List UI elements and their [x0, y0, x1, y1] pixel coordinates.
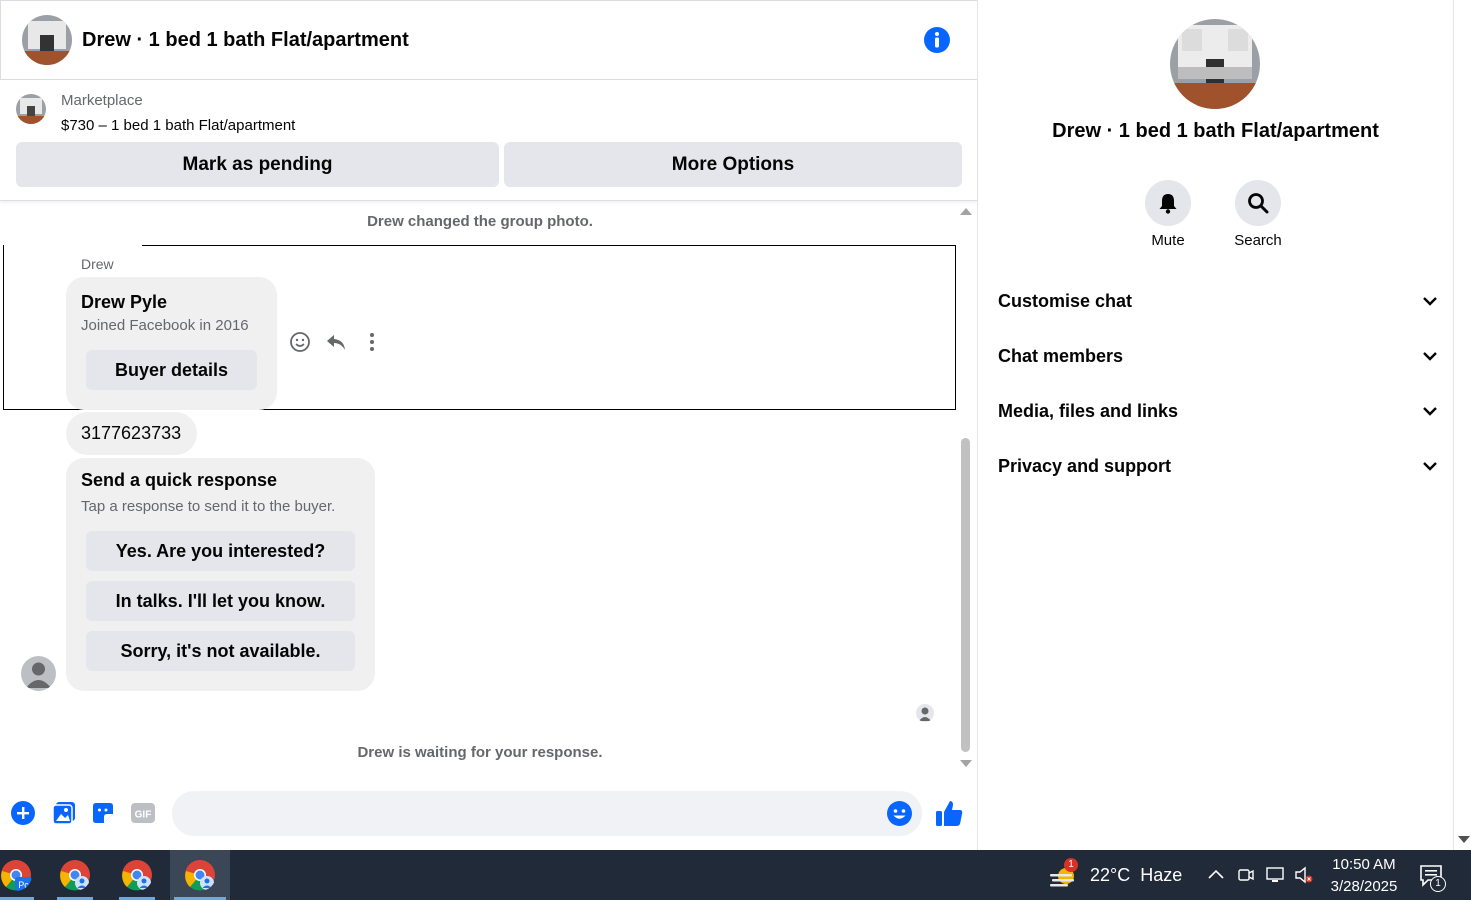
info-icon[interactable] — [923, 26, 951, 54]
waiting-message: Drew is waiting for your response. — [357, 744, 603, 761]
taskbar-app-chrome-3[interactable] — [115, 850, 159, 900]
more-options-button[interactable]: More Options — [504, 142, 962, 187]
section-label: Media, files and links — [998, 400, 1179, 421]
section-label: Privacy and support — [998, 455, 1172, 476]
svg-text:Pc: Pc — [18, 880, 29, 890]
message-composer: GIF — [0, 780, 977, 850]
scroll-thumb[interactable] — [961, 438, 970, 752]
taskbar-app-chrome-2[interactable] — [53, 850, 97, 900]
emoji-icon[interactable] — [886, 800, 913, 827]
bell-icon[interactable] — [1145, 180, 1191, 226]
conversation-pane: Drew · 1 bed 1 bath Flat/apartment Marke… — [0, 0, 978, 850]
meet-now-icon[interactable] — [1236, 865, 1256, 885]
mark-as-pending-button[interactable]: Mark as pending — [16, 142, 499, 187]
seen-avatar — [916, 704, 934, 722]
message-thread[interactable]: Drew changed the group photo. Drew Drew … — [0, 202, 977, 772]
section-media-files-links[interactable]: Media, files and links — [998, 391, 1438, 431]
page-scrollbar[interactable] — [1453, 0, 1471, 850]
message-bubble[interactable]: 3177623733 — [66, 412, 197, 455]
chevron-down-icon — [1423, 462, 1437, 471]
quick-response-card: Send a quick response Tap a response to … — [66, 458, 375, 691]
taskbar: Pc 1 22°C Haze 10:50 AM 3/28/2025 1 — [0, 850, 1471, 900]
listing-thumbnail[interactable] — [16, 94, 46, 124]
thumbs-up-icon[interactable] — [934, 798, 964, 828]
buyer-joined: Joined Facebook in 2016 — [81, 317, 249, 334]
notification-count-badge: 1 — [1430, 876, 1446, 892]
buyer-name: Drew Pyle — [81, 292, 168, 312]
section-label: Chat members — [998, 345, 1124, 366]
system-message: Drew changed the group photo. — [367, 213, 593, 230]
quick-response-subtitle: Tap a response to send it to the buyer. — [81, 498, 336, 515]
quick-response-title: Send a quick response — [81, 470, 278, 490]
more-vertical-icon[interactable] — [360, 330, 384, 354]
scroll-down-icon[interactable] — [1458, 836, 1470, 843]
weather-widget[interactable]: 1 22°C Haze — [1048, 858, 1183, 888]
buyer-profile-card: Drew Pyle Joined Facebook in 2016 Buyer … — [66, 277, 277, 410]
sender-name: Drew — [81, 256, 114, 272]
plus-circle-icon[interactable] — [10, 800, 36, 826]
chrome-icon — [121, 859, 153, 891]
sticker-icon[interactable] — [90, 800, 116, 826]
weather-alert-badge: 1 — [1064, 858, 1078, 872]
weather-text: 22°C Haze — [1090, 864, 1183, 885]
weather-haze-icon: 1 — [1048, 858, 1080, 888]
chevron-down-icon — [1423, 352, 1437, 361]
listing-title[interactable]: $730 – 1 bed 1 bath Flat/apartment — [61, 117, 295, 134]
info-panel-avatar[interactable] — [1170, 19, 1260, 109]
react-icon[interactable] — [288, 330, 312, 354]
conversation-header: Drew · 1 bed 1 bath Flat/apartment — [0, 0, 977, 80]
taskbar-app-chrome-4[interactable] — [170, 850, 230, 900]
taskbar-app-chrome-1[interactable]: Pc — [0, 850, 38, 900]
quick-response-not-available-button[interactable]: Sorry, it's not available. — [86, 631, 355, 671]
chrome-icon: Pc — [0, 859, 32, 891]
section-privacy-support[interactable]: Privacy and support — [998, 446, 1438, 486]
chrome-icon — [184, 859, 216, 891]
system-clock[interactable]: 10:50 AM 3/28/2025 — [1322, 854, 1406, 898]
search-icon[interactable] — [1235, 180, 1281, 226]
image-icon[interactable] — [51, 800, 77, 826]
clock-date: 3/28/2025 — [1330, 878, 1398, 895]
chevron-up-icon[interactable] — [1206, 865, 1226, 885]
buyer-details-button[interactable]: Buyer details — [86, 350, 257, 390]
sender-avatar[interactable] — [21, 656, 56, 691]
section-label: Customise chat — [998, 290, 1133, 311]
info-panel: Drew · 1 bed 1 bath Flat/apartment Mute … — [978, 0, 1453, 850]
network-icon[interactable] — [1265, 865, 1285, 885]
svg-text:GIF: GIF — [135, 810, 152, 821]
search-label: Search — [1234, 232, 1282, 249]
gif-icon[interactable]: GIF — [130, 800, 156, 826]
chevron-down-icon — [1423, 297, 1437, 306]
marketplace-label: Marketplace — [61, 92, 143, 109]
thread-scrollbar[interactable] — [958, 202, 972, 772]
notification-center-icon[interactable]: 1 — [1418, 862, 1448, 892]
scroll-down-icon[interactable] — [960, 760, 972, 767]
marketplace-bar: Marketplace $730 – 1 bed 1 bath Flat/apa… — [0, 80, 977, 201]
scroll-up-icon[interactable] — [960, 208, 972, 215]
chrome-icon — [59, 859, 91, 891]
conversation-title: Drew · 1 bed 1 bath Flat/apartment — [82, 29, 409, 51]
quick-response-yes-button[interactable]: Yes. Are you interested? — [86, 531, 355, 571]
message-actions — [288, 330, 384, 354]
mute-label: Mute — [1151, 232, 1185, 249]
search-action[interactable]: Search — [1218, 180, 1298, 249]
section-customise-chat[interactable]: Customise chat — [998, 281, 1438, 321]
info-panel-title: Drew · 1 bed 1 bath Flat/apartment — [1052, 120, 1379, 142]
mute-action[interactable]: Mute — [1128, 180, 1208, 249]
clock-time: 10:50 AM — [1332, 856, 1396, 873]
message-input[interactable] — [172, 791, 922, 836]
reply-icon[interactable] — [324, 330, 348, 354]
volume-muted-icon[interactable] — [1294, 865, 1314, 885]
section-chat-members[interactable]: Chat members — [998, 336, 1438, 376]
chevron-down-icon — [1423, 407, 1437, 416]
quick-response-in-talks-button[interactable]: In talks. I'll let you know. — [86, 581, 355, 621]
conversation-avatar[interactable] — [22, 15, 72, 65]
